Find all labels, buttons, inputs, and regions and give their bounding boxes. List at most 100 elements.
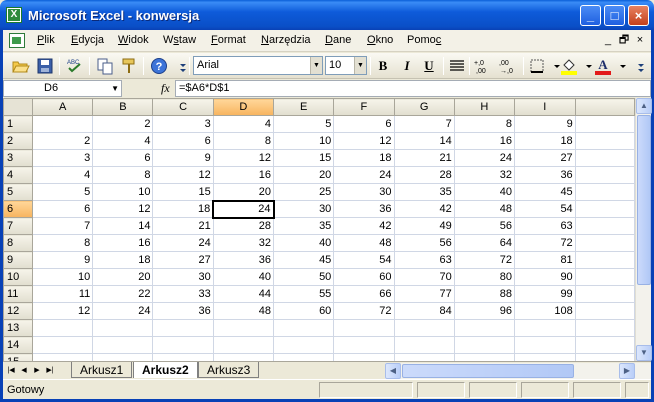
cell-f9[interactable]: 54	[333, 251, 395, 269]
worksheet-grid[interactable]: ABCDEFGHI 1 2 3 4 5 6 7 8 9 2 2 4 6 8 10 12 14 16 18 3 3 6 9 12…	[3, 98, 635, 361]
maximize-button[interactable]: □	[604, 5, 625, 26]
cell-h9[interactable]: 72	[453, 251, 515, 269]
cell-c15[interactable]	[152, 353, 214, 361]
workbook-minimize-icon[interactable]: _	[601, 32, 615, 48]
row-header[interactable]: 15	[3, 353, 34, 361]
row-header[interactable]: 7	[3, 217, 34, 235]
cell-g6[interactable]: 42	[393, 200, 455, 218]
cell-e8[interactable]: 40	[273, 234, 335, 252]
column-header-j[interactable]	[574, 98, 635, 116]
cell-g8[interactable]: 56	[393, 234, 455, 252]
cell-h15[interactable]	[453, 353, 515, 361]
cell-empty[interactable]	[574, 166, 635, 184]
chevron-down-icon[interactable]: ▼	[111, 81, 119, 96]
cell-g10[interactable]: 70	[393, 268, 455, 286]
cell-a11[interactable]: 11	[32, 285, 94, 303]
next-sheet-icon[interactable]: ▶	[31, 364, 43, 377]
cell-e13[interactable]	[273, 319, 335, 337]
cell-h2[interactable]: 16	[453, 132, 515, 150]
cell-b12[interactable]: 24	[92, 302, 154, 320]
horizontal-scrollbar[interactable]: ◀ ▶	[385, 363, 651, 379]
cell-g9[interactable]: 63	[393, 251, 455, 269]
cell-i6[interactable]: 54	[513, 200, 576, 218]
column-header-c[interactable]: C	[152, 98, 214, 116]
cell-empty[interactable]	[574, 217, 635, 235]
cell-h11[interactable]: 88	[453, 285, 515, 303]
cell-b7[interactable]: 14	[92, 217, 154, 235]
cell-g3[interactable]: 21	[393, 149, 455, 167]
cell-e12[interactable]: 60	[273, 302, 335, 320]
cell-e4[interactable]: 20	[273, 166, 335, 184]
cell-g15[interactable]	[393, 353, 455, 361]
cell-a7[interactable]: 7	[32, 217, 94, 235]
cell-h10[interactable]: 80	[453, 268, 515, 286]
cell-b3[interactable]: 6	[92, 149, 154, 167]
cell-c5[interactable]: 15	[152, 183, 214, 201]
cell-h8[interactable]: 64	[453, 234, 515, 252]
cell-d2[interactable]: 8	[212, 132, 275, 150]
copy-icon[interactable]	[95, 56, 115, 76]
title-bar[interactable]: X Microsoft Excel - konwersja _ □ ×	[0, 0, 654, 30]
increase-decimal-icon[interactable]: +,0,00	[473, 56, 493, 76]
cell-e15[interactable]	[273, 353, 335, 361]
cell-b4[interactable]: 8	[92, 166, 154, 184]
underline-button[interactable]: U	[419, 57, 439, 75]
cell-g14[interactable]	[393, 336, 455, 354]
cell-b9[interactable]: 18	[92, 251, 154, 269]
chevron-down-icon[interactable]: ▼	[354, 57, 366, 74]
excel-app-icon[interactable]: X	[6, 7, 22, 23]
cell-d12[interactable]: 48	[212, 302, 275, 320]
column-header-e[interactable]: E	[273, 98, 335, 116]
cell-a13[interactable]	[32, 319, 94, 337]
help-icon[interactable]: ?	[149, 56, 169, 76]
bold-button[interactable]: B	[373, 57, 393, 75]
cell-e7[interactable]: 35	[273, 217, 335, 235]
cell-b11[interactable]: 22	[92, 285, 154, 303]
cell-g5[interactable]: 35	[393, 183, 455, 201]
cell-g13[interactable]	[393, 319, 455, 337]
scroll-up-icon[interactable]: ▲	[636, 98, 652, 114]
cell-d7[interactable]: 28	[212, 217, 275, 235]
cell-e2[interactable]: 10	[273, 132, 335, 150]
column-header-b[interactable]: B	[92, 98, 154, 116]
cell-e10[interactable]: 50	[273, 268, 335, 286]
cell-g11[interactable]: 77	[393, 285, 455, 303]
cell-empty[interactable]	[574, 200, 635, 218]
insert-function-icon[interactable]: fx	[161, 81, 170, 96]
cell-g7[interactable]: 49	[393, 217, 455, 235]
column-header-g[interactable]: G	[393, 98, 455, 116]
cell-f5[interactable]: 30	[333, 183, 395, 201]
cell-b10[interactable]: 20	[92, 268, 154, 286]
menu-item-6[interactable]: Dane	[325, 34, 351, 46]
cell-f13[interactable]	[333, 319, 395, 337]
cell-e3[interactable]: 15	[273, 149, 335, 167]
toolbar-options-icon[interactable]	[631, 56, 644, 76]
cell-i2[interactable]: 18	[513, 132, 576, 150]
cell-d6[interactable]: 24	[212, 199, 275, 219]
cell-h6[interactable]: 48	[453, 200, 515, 218]
cell-h7[interactable]: 56	[453, 217, 515, 235]
chevron-down-icon[interactable]: ▼	[310, 57, 322, 74]
italic-button[interactable]: I	[397, 57, 417, 75]
last-sheet-icon[interactable]: ▶|	[44, 364, 56, 377]
save-icon[interactable]	[35, 56, 55, 76]
cell-f3[interactable]: 18	[333, 149, 395, 167]
cell-b1[interactable]: 2	[92, 115, 154, 133]
menu-item-2[interactable]: Widok	[118, 34, 149, 46]
cell-f14[interactable]	[333, 336, 395, 354]
cell-f6[interactable]: 36	[333, 200, 395, 218]
cell-i11[interactable]: 99	[513, 285, 576, 303]
row-header[interactable]: 1	[3, 115, 34, 133]
prev-sheet-icon[interactable]: ◀	[18, 364, 30, 377]
menu-item-5[interactable]: Narzędzia	[261, 34, 311, 46]
name-box[interactable]: D6 ▼	[3, 80, 122, 97]
cell-i7[interactable]: 63	[513, 217, 576, 235]
cell-b5[interactable]: 10	[92, 183, 154, 201]
cell-d1[interactable]: 4	[212, 115, 275, 133]
row-header[interactable]: 9	[3, 251, 34, 269]
cell-d10[interactable]: 40	[212, 268, 275, 286]
font-size-select[interactable]: 10 ▼	[325, 56, 367, 75]
first-sheet-icon[interactable]: |◀	[5, 364, 17, 377]
cell-e9[interactable]: 45	[273, 251, 335, 269]
cell-empty[interactable]	[574, 251, 635, 269]
